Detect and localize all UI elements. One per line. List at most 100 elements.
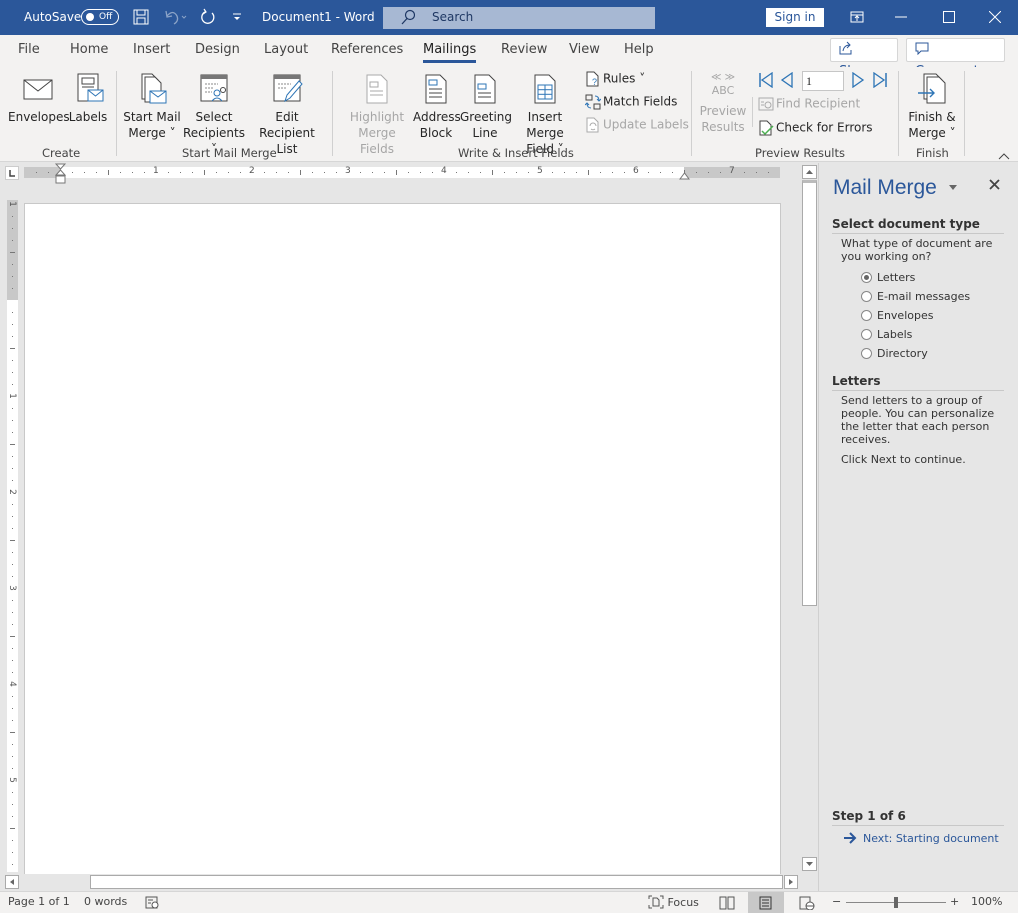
customize-toolbar-icon[interactable] (232, 11, 242, 25)
tab-design[interactable]: Design (195, 42, 240, 57)
undo-icon[interactable] (163, 8, 187, 29)
radio-directory[interactable]: Directory (861, 347, 928, 360)
web-layout-icon[interactable] (799, 896, 815, 913)
accessibility-icon[interactable] (145, 896, 159, 912)
ruler-tick (672, 172, 673, 173)
read-mode-icon[interactable] (719, 896, 735, 913)
finish-merge-button[interactable]: Finish & Merge ˅ (904, 73, 960, 141)
pane-options-icon[interactable] (948, 181, 958, 195)
ribbon-display-options-icon[interactable] (845, 6, 869, 28)
right-indent-marker[interactable] (679, 169, 690, 183)
ruler-tick (12, 852, 13, 853)
search-input[interactable]: Search (383, 7, 655, 29)
insert-merge-field-button[interactable]: Insert Merge Field ˅ (509, 73, 581, 157)
scroll-left-icon[interactable] (5, 875, 19, 889)
zoom-slider-thumb[interactable] (894, 897, 898, 908)
autosave-toggle[interactable]: Off (81, 9, 119, 25)
scroll-up-icon[interactable] (802, 165, 817, 179)
radio-envelopes[interactable]: Envelopes (861, 309, 933, 322)
print-layout-icon[interactable] (748, 892, 784, 913)
first-line-indent-marker[interactable] (54, 163, 67, 190)
tab-review[interactable]: Review (501, 42, 547, 57)
radio-letters[interactable]: Letters (861, 271, 915, 284)
previous-record-icon[interactable] (780, 71, 794, 91)
save-icon[interactable] (133, 9, 149, 28)
labels-button[interactable]: Labels (68, 73, 108, 125)
record-number-input[interactable]: 1 (802, 71, 844, 91)
first-record-icon[interactable] (758, 71, 774, 91)
comments-button[interactable]: Comments (906, 38, 1005, 79)
edit-recipient-list-button[interactable]: Edit Recipient List (250, 73, 324, 157)
document-type-question: What type of document are you working on… (841, 237, 993, 263)
check-for-errors-button[interactable]: Check for Errors (758, 120, 873, 136)
tab-selector[interactable] (5, 166, 19, 180)
share-button[interactable]: Share (830, 38, 898, 79)
ruler-tick (648, 172, 649, 173)
ruler-tick (612, 172, 613, 173)
rules-button[interactable]: ? Rules ˅ (585, 71, 645, 87)
preview-results-button[interactable]: ≪ ≫ ABC Preview Results (698, 73, 748, 135)
autosave-state: Off (99, 12, 113, 22)
start-mail-merge-button[interactable]: Start Mail Merge ˅ (122, 73, 182, 141)
group-divider (332, 71, 333, 156)
ruler-tick (12, 612, 13, 613)
insert-merge-field-icon (534, 74, 556, 104)
ruler-tick (372, 172, 373, 173)
vertical-scroll-thumb[interactable] (802, 180, 817, 606)
divider (752, 97, 753, 127)
ruler-tick (528, 172, 529, 173)
focus-mode-button[interactable]: Focus (648, 895, 699, 909)
zoom-in-button[interactable]: + (950, 895, 959, 908)
horizontal-scroll-thumb[interactable] (90, 875, 783, 889)
horizontal-scrollbar[interactable] (3, 874, 798, 890)
labels-icon (77, 73, 104, 102)
address-block-icon (425, 74, 447, 104)
tab-file[interactable]: File (18, 42, 40, 57)
horizontal-ruler[interactable]: 1 2 3 4 5 6 7 (24, 166, 780, 178)
maximize-icon[interactable] (937, 6, 961, 28)
sign-in-button[interactable]: Sign in (766, 8, 824, 27)
update-labels-button[interactable]: Update Labels (585, 117, 689, 133)
next-record-icon[interactable] (851, 71, 865, 91)
word-count[interactable]: 0 words (84, 895, 127, 908)
next-step-link[interactable]: Next: Starting document (843, 832, 999, 845)
tab-view[interactable]: View (569, 42, 600, 57)
close-window-icon[interactable] (983, 6, 1007, 28)
last-record-icon[interactable] (872, 71, 888, 91)
redo-icon[interactable] (199, 8, 217, 29)
step-indicator: Step 1 of 6 (832, 809, 1004, 826)
document-page[interactable] (24, 203, 781, 875)
vertical-ruler[interactable]: 1 1 2 3 4 5 (7, 200, 18, 872)
radio-email-messages[interactable]: E-mail messages (861, 290, 970, 303)
scroll-right-icon[interactable] (784, 875, 798, 889)
pane-close-icon[interactable] (989, 179, 1000, 193)
zoom-level[interactable]: 100% (971, 895, 1002, 908)
ruler-tick (12, 624, 13, 625)
finish-merge-icon (918, 73, 946, 104)
zoom-out-button[interactable]: − (832, 895, 841, 908)
address-block-button[interactable]: Address Block (413, 73, 461, 141)
match-fields-label: Match Fields (603, 94, 678, 109)
select-recipients-button[interactable]: Select Recipients ˅ (180, 73, 248, 157)
envelopes-button[interactable]: Envelopes (8, 73, 70, 125)
ruler-number: 7 (729, 166, 735, 176)
autosave-label: AutoSave (24, 10, 82, 24)
vertical-scrollbar[interactable] (802, 163, 817, 873)
match-fields-button[interactable]: Match Fields (584, 94, 678, 110)
tab-references[interactable]: References (331, 42, 403, 57)
tab-layout[interactable]: Layout (264, 42, 308, 57)
greeting-line-button[interactable]: Greeting Line (460, 73, 512, 141)
tab-mailings[interactable]: Mailings (423, 42, 477, 63)
tab-home[interactable]: Home (70, 42, 108, 57)
tab-help[interactable]: Help (624, 42, 654, 57)
scroll-down-icon[interactable] (802, 857, 817, 871)
minimize-icon[interactable] (889, 6, 913, 28)
find-recipient-button[interactable]: Find Recipient (758, 96, 860, 112)
highlight-merge-fields-button[interactable]: Highlight Merge Fields (340, 73, 414, 157)
tab-insert[interactable]: Insert (133, 42, 170, 57)
collapse-ribbon-icon[interactable] (998, 149, 1010, 163)
ruler-tick (12, 660, 13, 661)
page-count[interactable]: Page 1 of 1 (8, 895, 70, 908)
radio-labels[interactable]: Labels (861, 328, 912, 341)
document-title: Document1 - Word (262, 10, 375, 24)
